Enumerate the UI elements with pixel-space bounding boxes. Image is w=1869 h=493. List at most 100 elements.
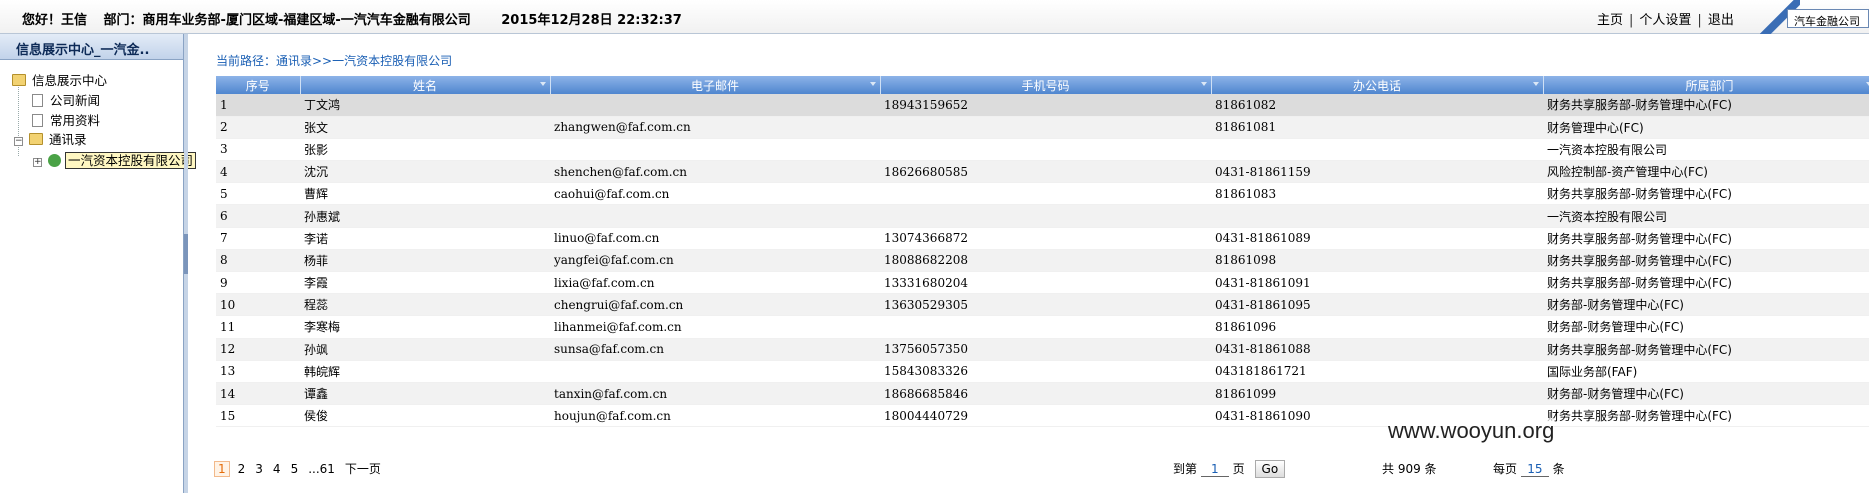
column-header-office-phone[interactable]: 办公电话 bbox=[1211, 76, 1544, 94]
contacts-table: 序号 姓名 电子邮件 手机号码 办公电话 所属部门 1 丁文鸿 1894315965… bbox=[216, 76, 1869, 428]
top-bar: 您好！王信 部门：商用车业务部-厦门区域-福建区域-一汽汽车金融有限公司 201… bbox=[0, 0, 1869, 34]
column-header-name[interactable]: 姓名 bbox=[300, 76, 551, 94]
cell-mobile bbox=[880, 116, 1211, 139]
table-body: 1 丁文鸿 18943159652 81861082 财务共享服务部-财务管理中心(FC… bbox=[216, 94, 1869, 428]
table-row[interactable]: 5 曹辉 caohui@faf.com.cn 81861083 财务共享服务部-财务管理… bbox=[216, 182, 1869, 206]
table-row[interactable]: 8 杨菲 yangfei@faf.com.cn 18088682208 81861098… bbox=[216, 249, 1869, 273]
tree-node-label: 信息展示中心 bbox=[32, 73, 108, 88]
cell-index: 3 bbox=[216, 138, 300, 162]
total-count: 共 909 条 bbox=[1382, 462, 1437, 476]
cell-index: 11 bbox=[216, 315, 300, 339]
cell-name: 程蕊 bbox=[300, 293, 550, 317]
cell-office-phone: 043181861721 bbox=[1211, 360, 1543, 383]
cell-email: lihanmei@faf.com.cn bbox=[550, 315, 880, 339]
table-row[interactable]: 13 韩皖辉 15843083326 043181861721 国际业务部(FAF) bbox=[216, 360, 1869, 383]
table-row[interactable]: 2 张文 zhangwen@faf.com.cn 81861081 财务管理中心(FC) bbox=[216, 116, 1869, 139]
page-size-input[interactable]: 15 bbox=[1520, 462, 1549, 477]
tree-node-contacts[interactable]: − 通讯录 bbox=[14, 131, 87, 149]
cell-index: 14 bbox=[216, 382, 300, 406]
settings-link[interactable]: 个人设置 bbox=[1639, 13, 1691, 28]
jump-suffix: 页 bbox=[1232, 462, 1245, 476]
cell-mobile: 18686685846 bbox=[880, 382, 1211, 406]
cell-index: 8 bbox=[216, 249, 300, 273]
cell-name: 张影 bbox=[300, 138, 550, 162]
table-row[interactable]: 4 沈沉 shenchen@faf.com.cn 18626680585 0431-81… bbox=[216, 160, 1869, 184]
cell-email bbox=[550, 138, 880, 162]
go-button[interactable]: Go bbox=[1254, 460, 1286, 478]
cell-name: 李寒梅 bbox=[300, 315, 550, 339]
cell-email: tanxin@faf.com.cn bbox=[550, 382, 880, 406]
tree-node-news[interactable]: 公司新闻 bbox=[32, 92, 100, 110]
page-number-input[interactable]: 1 bbox=[1200, 462, 1229, 477]
cell-department: 财务共享服务部-财务管理中心(FC) bbox=[1543, 227, 1869, 250]
cell-department: 国际业务部(FAF) bbox=[1543, 360, 1869, 383]
cell-office-phone: 0431-81861088 bbox=[1211, 338, 1543, 361]
cell-index: 10 bbox=[216, 293, 300, 317]
sort-arrow-icon[interactable] bbox=[539, 82, 546, 86]
sort-arrow-icon[interactable] bbox=[1532, 82, 1539, 86]
sort-arrow-icon[interactable] bbox=[1865, 82, 1869, 86]
page-size: 每页 15 条 bbox=[1493, 460, 1565, 477]
cell-email: sunsa@faf.com.cn bbox=[550, 338, 880, 361]
tree-node-label: 公司新闻 bbox=[50, 93, 101, 108]
table-row[interactable]: 1 丁文鸿 18943159652 81861082 财务共享服务部-财务管理中心(FC… bbox=[216, 94, 1869, 117]
table-row[interactable]: 10 程蕊 chengrui@faf.com.cn 13630529305 0431-8… bbox=[216, 293, 1869, 317]
cell-department: 一汽资本控股有限公司 bbox=[1543, 204, 1869, 228]
cell-department: 财务共享服务部-财务管理中心(FC) bbox=[1543, 404, 1869, 428]
table-row[interactable]: 7 李诺 linuo@faf.com.cn 13074366872 0431-81861… bbox=[216, 227, 1869, 250]
cell-office-phone: 81861099 bbox=[1211, 382, 1543, 406]
cell-mobile: 18004440729 bbox=[880, 404, 1211, 428]
tree-node-root[interactable]: 信息展示中心 bbox=[12, 72, 107, 90]
table-row[interactable]: 14 谭鑫 tanxin@faf.com.cn 18686685846 81861099… bbox=[216, 382, 1869, 406]
expand-icon[interactable]: + bbox=[33, 158, 42, 167]
sort-arrow-icon[interactable] bbox=[869, 82, 876, 86]
cell-name: 李诺 bbox=[300, 227, 550, 250]
next-page-link[interactable]: 下一页 bbox=[345, 462, 381, 476]
header-label: 姓名 bbox=[412, 78, 437, 93]
sort-arrow-icon[interactable] bbox=[1200, 82, 1207, 86]
cell-mobile bbox=[880, 204, 1211, 228]
page-link[interactable]: 3 bbox=[255, 462, 263, 476]
page-link[interactable]: 2 bbox=[238, 462, 246, 476]
cell-mobile bbox=[880, 138, 1211, 162]
tree-node-label: 常用资料 bbox=[50, 113, 101, 128]
table-row[interactable]: 15 侯俊 houjun@faf.com.cn 18004440729 0431-818… bbox=[216, 404, 1869, 428]
header-label: 电子邮件 bbox=[690, 78, 739, 93]
column-header-mobile[interactable]: 手机号码 bbox=[880, 76, 1212, 94]
cell-department: 一汽资本控股有限公司 bbox=[1543, 138, 1869, 162]
cell-name: 孙惠斌 bbox=[300, 204, 550, 228]
company-selector[interactable]: 汽车金融公司 bbox=[1787, 9, 1869, 28]
collapse-icon[interactable]: − bbox=[14, 137, 23, 146]
tree-node-resources[interactable]: 常用资料 bbox=[32, 112, 100, 130]
column-header-index[interactable]: 序号 bbox=[216, 76, 301, 94]
page-link[interactable]: 5 bbox=[291, 462, 299, 476]
tree-node-company[interactable]: + 一汽资本控股有限公司 bbox=[33, 152, 197, 170]
table-row[interactable]: 6 孙惠斌 一汽资本控股有限公司 bbox=[216, 204, 1869, 228]
column-header-department[interactable]: 所属部门 bbox=[1543, 76, 1869, 94]
cell-mobile: 13331680204 bbox=[880, 271, 1211, 295]
cell-department: 财务部-财务管理中心(FC) bbox=[1543, 293, 1869, 317]
datetime-text: 2015年12月28日 22:32:37 bbox=[501, 13, 682, 28]
cell-office-phone: 0431-81861095 bbox=[1211, 293, 1543, 317]
cell-index: 2 bbox=[216, 116, 300, 139]
table-row[interactable]: 11 李寒梅 lihanmei@faf.com.cn 81861096 财务部-财务管理… bbox=[216, 315, 1869, 339]
cell-name: 侯俊 bbox=[300, 404, 550, 428]
header-label: 所属部门 bbox=[1685, 78, 1734, 93]
column-header-email[interactable]: 电子邮件 bbox=[550, 76, 881, 94]
org-icon bbox=[48, 154, 61, 167]
cell-index: 6 bbox=[216, 204, 300, 228]
table-row[interactable]: 9 李霞 lixia@faf.com.cn 13331680204 0431-81861… bbox=[216, 271, 1869, 295]
cell-mobile: 13630529305 bbox=[880, 293, 1211, 317]
header-label: 手机号码 bbox=[1021, 78, 1070, 93]
table-row[interactable]: 12 孙飒 sunsa@faf.com.cn 13756057350 0431-8186… bbox=[216, 338, 1869, 361]
cell-department: 风险控制部-资产管理中心(FC) bbox=[1543, 160, 1869, 184]
page-link[interactable]: 4 bbox=[273, 462, 281, 476]
logout-link[interactable]: 退出 bbox=[1708, 13, 1734, 28]
document-icon bbox=[32, 94, 43, 107]
table-row[interactable]: 3 张影 一汽资本控股有限公司 bbox=[216, 138, 1869, 162]
page-link[interactable]: ...61 bbox=[308, 462, 335, 476]
home-link[interactable]: 主页 bbox=[1597, 13, 1623, 28]
cell-email: zhangwen@faf.com.cn bbox=[550, 116, 880, 139]
header-label: 序号 bbox=[245, 78, 270, 93]
cell-department: 财务共享服务部-财务管理中心(FC) bbox=[1543, 271, 1869, 295]
